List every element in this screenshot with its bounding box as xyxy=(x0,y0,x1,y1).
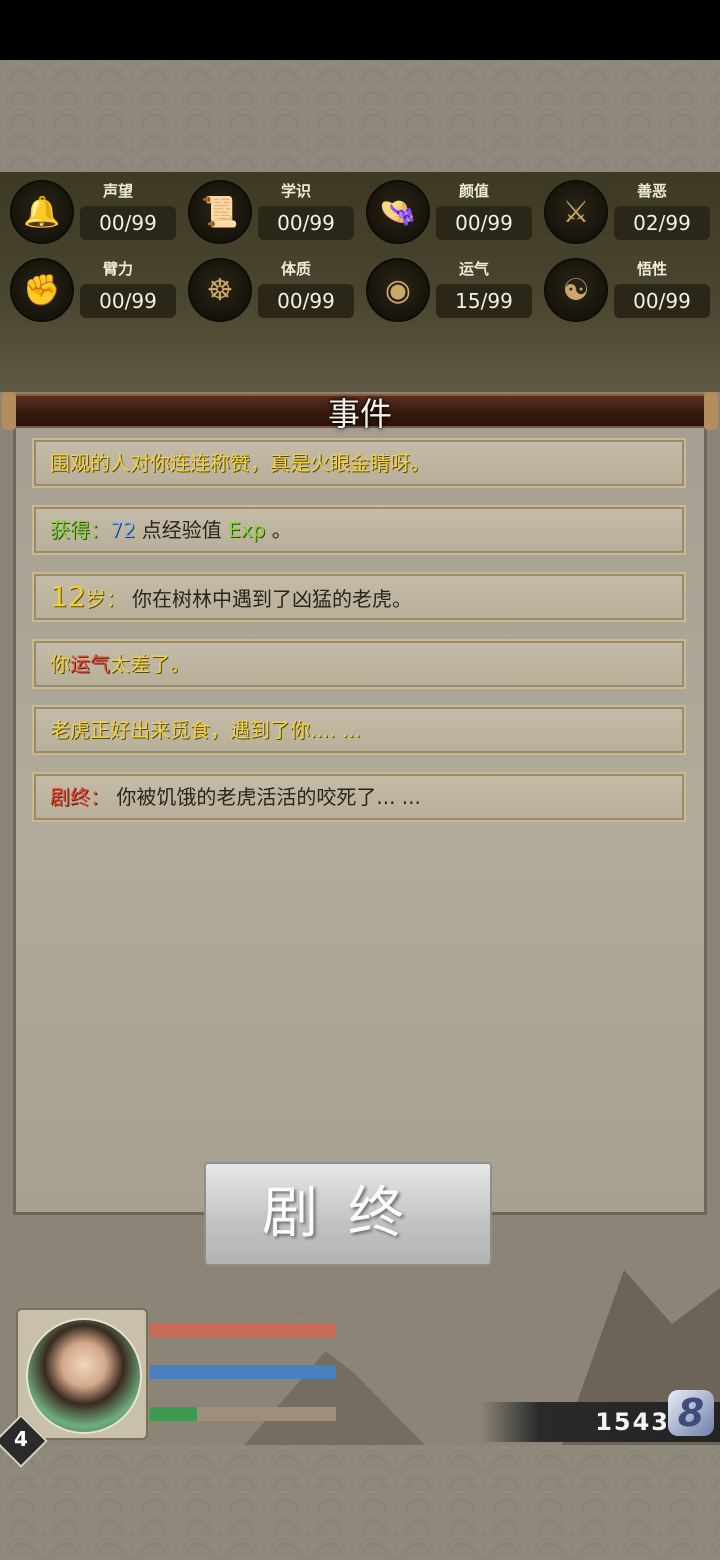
panel-title: 事件 xyxy=(327,395,392,433)
exp-bar-fill xyxy=(150,1407,197,1421)
age-value: 12 xyxy=(50,580,86,613)
stat-name: 运气 xyxy=(458,260,489,278)
background-pattern-top xyxy=(0,60,720,172)
event-text: 你被饥饿的老虎活活的咬死了... ... xyxy=(110,785,421,809)
stat-value: 00/99 xyxy=(80,284,176,318)
stat-item[interactable]: ☸ 体质 00/99 xyxy=(182,254,360,322)
event-text: 围观的人对你连连称赞，真是火眼金睛呀。 xyxy=(50,451,430,475)
hp-value: 947 xyxy=(288,1306,313,1321)
stat-value: 00/99 xyxy=(258,284,354,318)
exp-label: Exp xyxy=(228,518,266,542)
background-pattern-bottom xyxy=(0,1445,720,1560)
stat-value: 02/99 xyxy=(614,206,710,240)
event-item: 你运气太差了。 xyxy=(32,639,686,689)
stat-name: 悟性 xyxy=(636,260,667,278)
score-value: 1543 xyxy=(595,1408,670,1436)
stat-item[interactable]: 📜 学识 00/99 xyxy=(182,176,360,244)
status-bar xyxy=(0,0,720,60)
coin-icon: ◉ xyxy=(366,258,430,322)
bell-icon: 🔔 xyxy=(10,180,74,244)
stat-name: 臂力 xyxy=(102,260,133,278)
stat-value: 15/99 xyxy=(436,284,532,318)
stat-name: 体质 xyxy=(280,260,311,278)
event-label: 获得： xyxy=(50,518,110,542)
event-item: 剧终： 你被饥饿的老虎活活的咬死了... ... xyxy=(32,772,686,822)
hat-icon: 👒 xyxy=(366,180,430,244)
stat-name: 颜值 xyxy=(458,182,489,200)
age-unit: 岁： xyxy=(85,587,126,611)
event-text: 老虎正好出来觅食，遇到了你.... ... xyxy=(50,718,361,742)
hp-bar-fill xyxy=(150,1324,336,1338)
stat-name: 学识 xyxy=(280,182,311,200)
stat-value: 00/99 xyxy=(258,206,354,240)
head-icon: ☯ xyxy=(544,258,608,322)
exp-value: 72 xyxy=(110,518,136,542)
mp-bar-fill xyxy=(150,1365,336,1379)
fist-icon: ✊ xyxy=(10,258,74,322)
event-highlight: 运气 xyxy=(70,652,110,676)
stat-value: 00/99 xyxy=(614,284,710,318)
event-item: 围观的人对你连连称赞，真是火眼金睛呀。 xyxy=(32,438,686,488)
event-text: 你 xyxy=(50,652,70,676)
stat-item[interactable]: ⚔ 善恶 02/99 xyxy=(538,176,716,244)
ending-label: 剧终： xyxy=(50,785,110,809)
level-value: 4 xyxy=(14,1427,28,1451)
event-text: 太差了。 xyxy=(110,652,190,676)
event-item: 老虎正好出来觅食，遇到了你.... ... xyxy=(32,705,686,755)
event-item: 获得：72 点经验值 Exp 。 xyxy=(32,505,686,555)
currency-icon: 8 xyxy=(668,1390,714,1436)
end-button[interactable]: 剧终 xyxy=(204,1162,492,1266)
stat-item[interactable]: ◉ 运气 15/99 xyxy=(360,254,538,322)
stat-item[interactable]: ✊ 臂力 00/99 xyxy=(4,254,182,322)
event-text: 你在树林中遇到了凶猛的老虎。 xyxy=(125,587,412,611)
player-avatar[interactable] xyxy=(26,1318,142,1434)
swords-icon: ⚔ xyxy=(544,180,608,244)
stat-name: 善恶 xyxy=(636,182,667,200)
scroll-icon: 📜 xyxy=(188,180,252,244)
event-text: 。 xyxy=(265,518,292,542)
body-icon: ☸ xyxy=(188,258,252,322)
mountain-decoration xyxy=(240,1351,430,1450)
stat-item[interactable]: 👒 颜值 00/99 xyxy=(360,176,538,244)
stat-name: 声望 xyxy=(102,182,133,200)
stat-value: 00/99 xyxy=(80,206,176,240)
stat-value: 00/99 xyxy=(436,206,532,240)
stat-item[interactable]: 🔔 声望 00/99 xyxy=(4,176,182,244)
stat-item[interactable]: ☯ 悟性 00/99 xyxy=(538,254,716,322)
event-text: 点经验值 xyxy=(135,518,229,542)
event-item: 12岁： 你在树林中遇到了凶猛的老虎。 xyxy=(32,572,686,622)
